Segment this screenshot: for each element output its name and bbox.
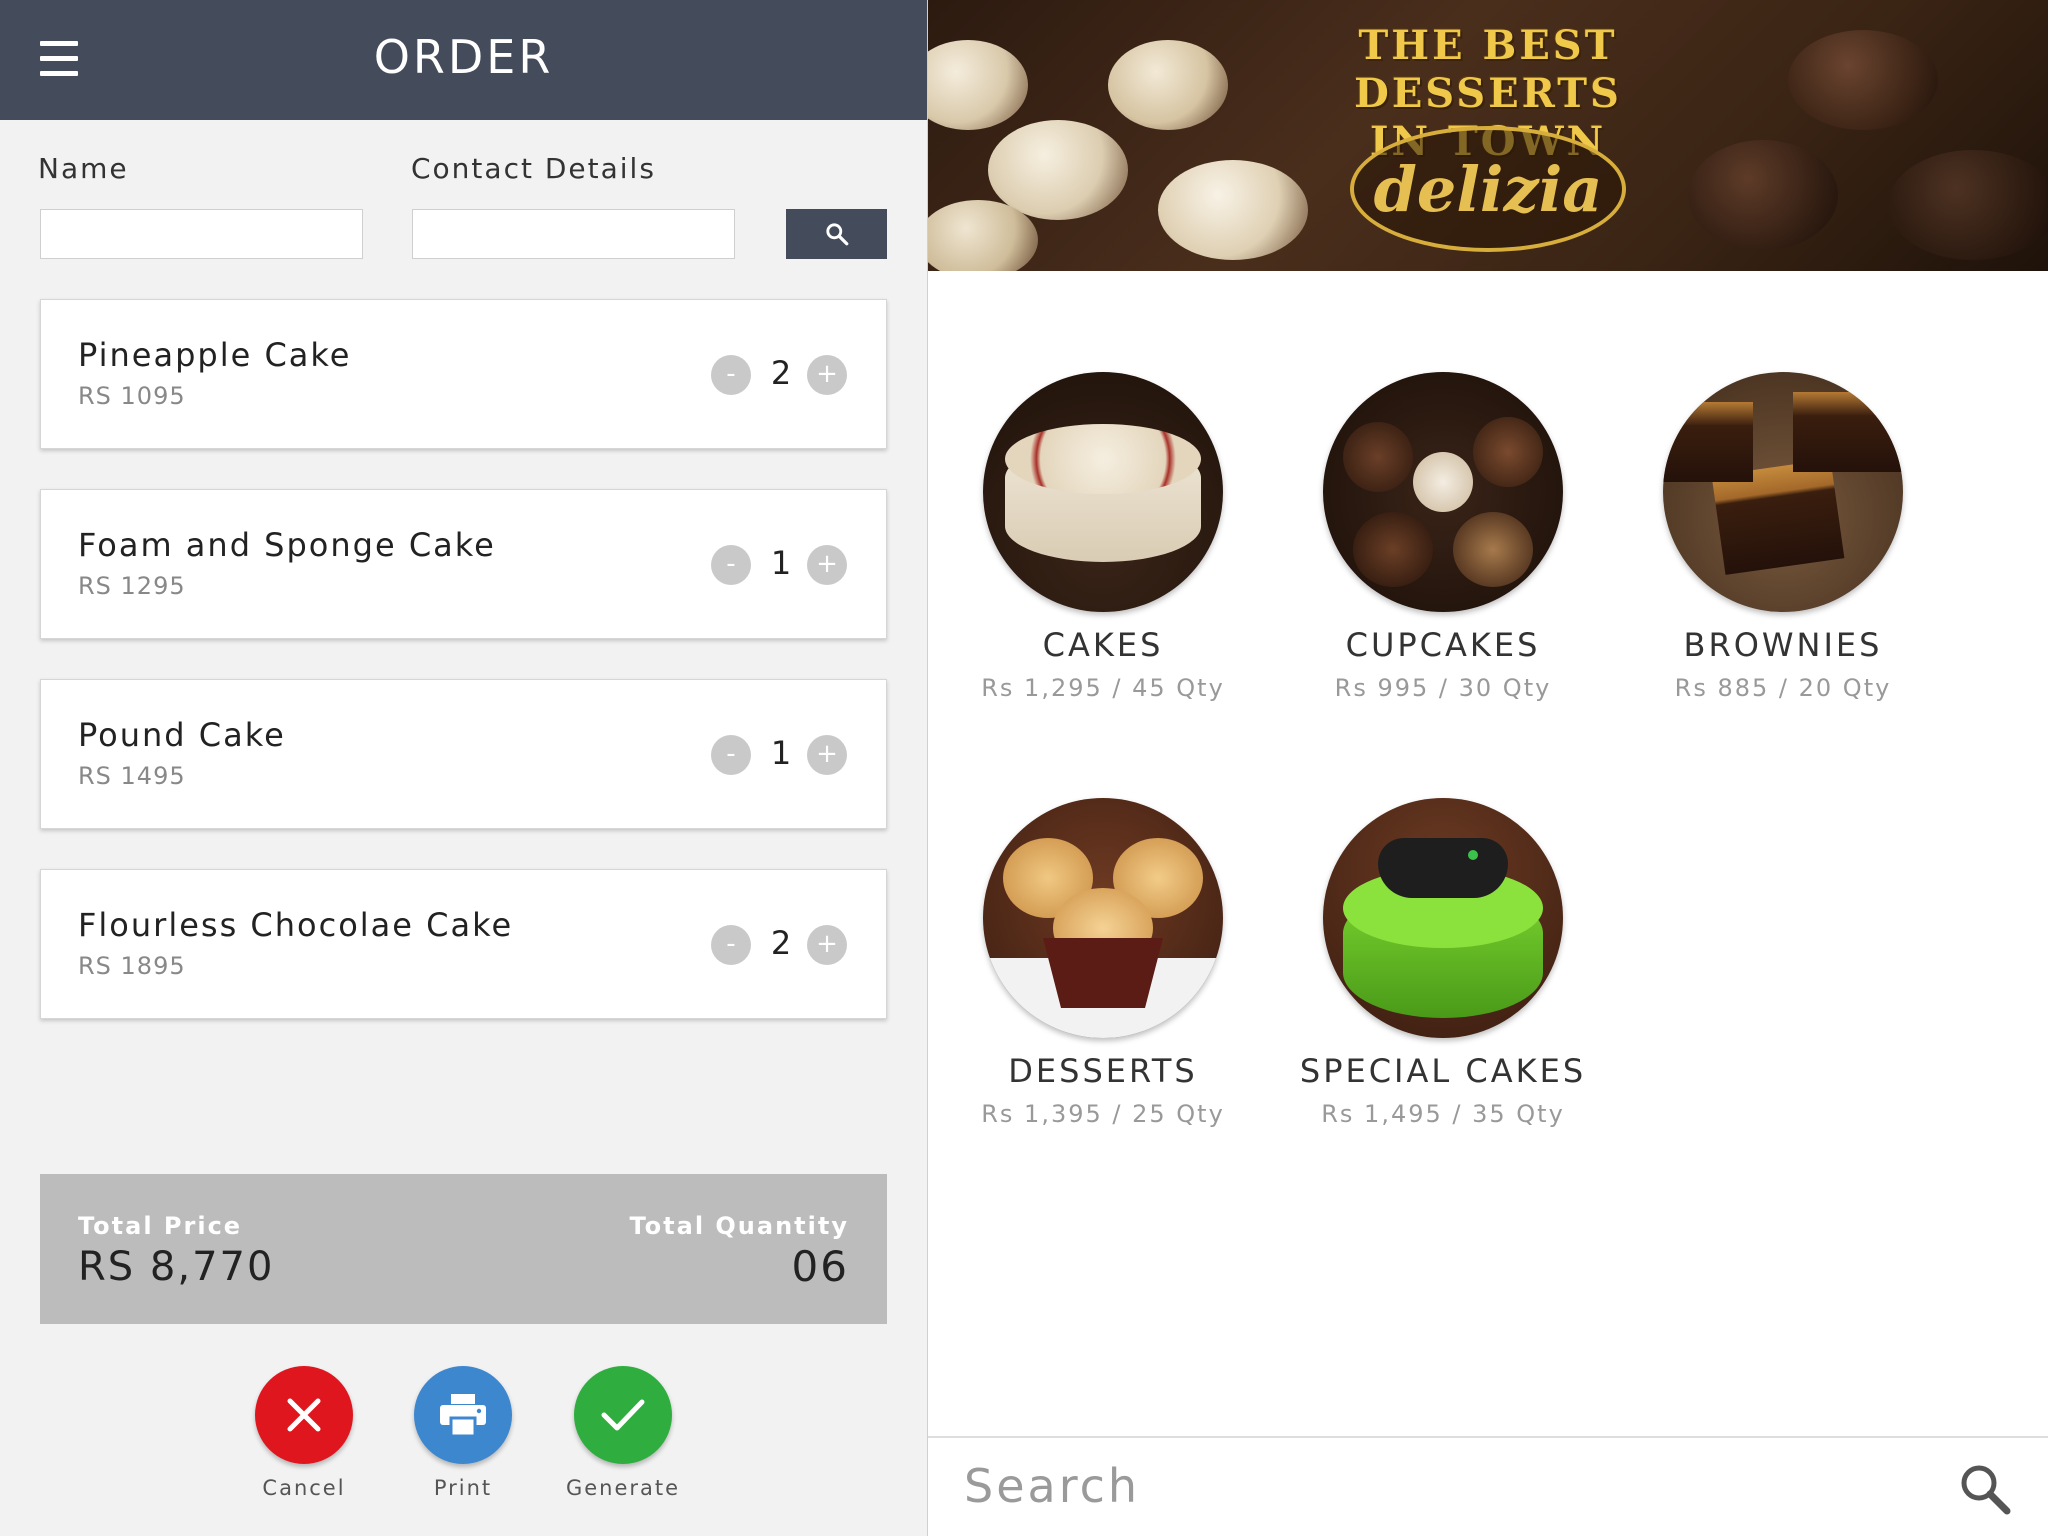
contact-input[interactable] [412, 209, 735, 259]
order-header: ORDER [0, 0, 927, 120]
print-button[interactable] [414, 1366, 512, 1464]
contact-label: Contact Details [411, 152, 656, 185]
item-price: RS 1895 [78, 952, 186, 980]
generate-label: Generate [565, 1476, 681, 1500]
category-special-cakes[interactable]: SPECIAL CAKES Rs 1,495 / 35 Qty [1273, 798, 1613, 1128]
item-price: RS 1495 [78, 762, 186, 790]
category-name: BROWNIES [1683, 626, 1883, 664]
order-totals: Total Price Total Quantity RS 8,770 06 [40, 1174, 887, 1324]
order-panel: ORDER Name Contact Details Pineapple Cak… [0, 0, 927, 1536]
category-desserts[interactable]: DESSERTS Rs 1,395 / 25 Qty [933, 798, 1273, 1128]
category-cupcakes[interactable]: CUPCAKES Rs 995 / 30 Qty [1273, 372, 1613, 702]
increase-qty-button[interactable]: + [807, 355, 847, 395]
cancel-label: Cancel [262, 1476, 346, 1500]
category-info: Rs 995 / 30 Qty [1334, 674, 1552, 702]
category-name: CUPCAKES [1345, 626, 1541, 664]
item-quantity: 1 [770, 734, 792, 772]
cake-image [983, 372, 1223, 612]
total-price-value: RS 8,770 [78, 1244, 275, 1290]
item-quantity: 2 [770, 924, 792, 962]
cancel-button[interactable] [255, 1366, 353, 1464]
brownies-image [1663, 372, 1903, 612]
category-info: Rs 1,495 / 35 Qty [1321, 1100, 1565, 1128]
category-name: DESSERTS [1008, 1052, 1198, 1090]
brand-banner: THE BEST DESSERTS IN TOWN delizia [928, 0, 2048, 271]
decrease-qty-button[interactable]: - [711, 735, 751, 775]
name-input[interactable] [40, 209, 363, 259]
item-quantity: 1 [770, 544, 792, 582]
brand-name: delizia [1373, 152, 1603, 226]
increase-qty-button[interactable]: + [807, 735, 847, 775]
order-item: Pound Cake RS 1495 - 1 + [40, 679, 887, 829]
total-price-label: Total Price [78, 1212, 243, 1240]
gaming-cake-image [1323, 798, 1563, 1038]
item-price: RS 1295 [78, 572, 186, 600]
check-icon [601, 1399, 645, 1431]
category-info: Rs 1,395 / 25 Qty [981, 1100, 1225, 1128]
decrease-qty-button[interactable]: - [711, 355, 751, 395]
item-name: Foam and Sponge Cake [78, 526, 496, 564]
decrease-qty-button[interactable]: - [711, 545, 751, 585]
total-quantity-value: 06 [791, 1242, 849, 1291]
category-cakes[interactable]: CAKES Rs 1,295 / 45 Qty [933, 372, 1273, 702]
item-quantity: 2 [770, 354, 792, 392]
category-brownies[interactable]: BROWNIES Rs 885 / 20 Qty [1613, 372, 1953, 702]
cupcakes-image [1323, 372, 1563, 612]
product-search-bar [928, 1436, 2048, 1536]
category-info: Rs 885 / 20 Qty [1674, 674, 1892, 702]
customer-search-button[interactable] [786, 209, 887, 259]
order-item: Pineapple Cake RS 1095 - 2 + [40, 299, 887, 449]
search-icon [825, 223, 848, 246]
close-icon [287, 1398, 321, 1432]
category-name: CAKES [1042, 626, 1164, 664]
print-label: Print [433, 1476, 493, 1500]
page-title: ORDER [373, 30, 554, 84]
order-item: Flourless Chocolae Cake RS 1895 - 2 + [40, 869, 887, 1019]
item-name: Flourless Chocolae Cake [78, 906, 514, 944]
item-name: Pound Cake [78, 716, 286, 754]
name-label: Name [38, 152, 129, 185]
tagline-line-1: THE BEST DESSERTS [1354, 22, 1622, 117]
item-price: RS 1095 [78, 382, 186, 410]
search-icon[interactable] [1958, 1462, 2012, 1516]
category-name: SPECIAL CAKES [1299, 1052, 1587, 1090]
increase-qty-button[interactable]: + [807, 925, 847, 965]
product-search-input[interactable] [964, 1456, 1864, 1516]
menu-panel: THE BEST DESSERTS IN TOWN delizia CAKES … [928, 0, 2048, 1536]
printer-icon [440, 1394, 486, 1438]
category-info: Rs 1,295 / 45 Qty [981, 674, 1225, 702]
increase-qty-button[interactable]: + [807, 545, 847, 585]
muffins-image [983, 798, 1223, 1038]
decrease-qty-button[interactable]: - [711, 925, 751, 965]
generate-action: Generate [563, 1366, 683, 1500]
generate-button[interactable] [574, 1366, 672, 1464]
total-quantity-label: Total Quantity [629, 1212, 849, 1240]
cancel-action: Cancel [244, 1366, 364, 1500]
item-name: Pineapple Cake [78, 336, 352, 374]
brand-logo: delizia [1350, 126, 1626, 252]
order-item: Foam and Sponge Cake RS 1295 - 1 + [40, 489, 887, 639]
print-action: Print [403, 1366, 523, 1500]
